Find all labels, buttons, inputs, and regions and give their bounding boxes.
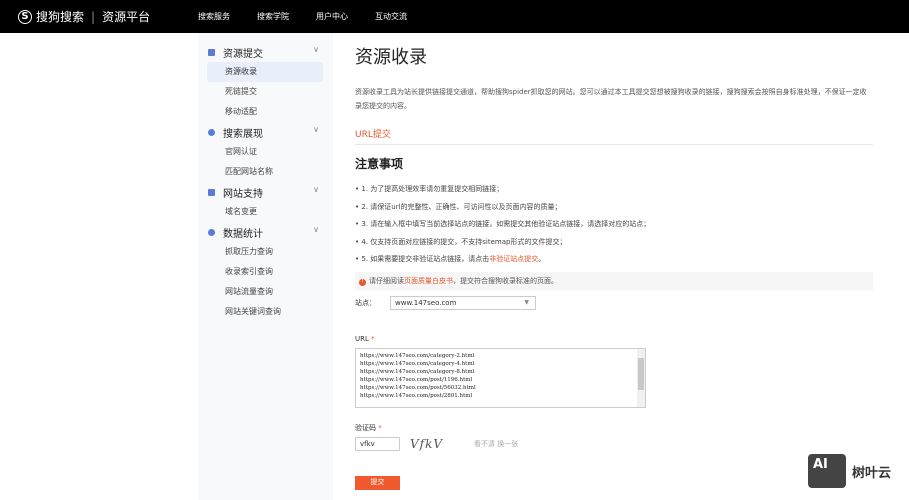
tip-banner: ! 请仔细阅读页面质量白皮书，提交符合搜狗收录标准的页面。 [355, 271, 873, 290]
url-list: https://www.147seo.com/category-2.html h… [360, 353, 476, 399]
divider: | [91, 9, 96, 24]
sidebar-group-label: 数据统计 [223, 228, 263, 240]
unverified-site-submit-link[interactable]: 非验证站点提交 [489, 255, 538, 263]
site-select[interactable]: www.147seo.com ▼ [390, 296, 536, 310]
captcha-refresh-link[interactable]: 看不清 换一张 [474, 439, 518, 449]
note-text: 。 [538, 255, 546, 263]
chevron-down-icon: ∨ [313, 45, 319, 54]
submit-button[interactable]: 提交 [355, 476, 400, 490]
sidebar: 资源提交 ∨ 资源收录 死链提交 移动适配搜索展现 ∨ 官网认证 匹配网站名称网站支持 ∨ 域名变… [198, 33, 333, 500]
scrollbar-thumb[interactable] [638, 358, 644, 390]
nav-user-center[interactable]: 用户中心 [316, 11, 348, 22]
captcha-image[interactable]: VfkV [410, 437, 450, 451]
page-title: 资源收录 [355, 47, 427, 68]
watermark-logo-icon: AI [808, 454, 846, 488]
watermark-text: 树叶云 [852, 465, 892, 481]
site-value: www.147seo.com [395, 299, 457, 307]
note-text: 4. 仅支持页面对应链接的提交，不支持sitemap形式的文件提交； [361, 237, 567, 246]
list-item: • 5. 如果需要提交非验证站点链接，请点击非验证站点提交。 [355, 255, 546, 263]
sidebar-item[interactable]: 抓取压力查询 [207, 242, 323, 262]
sidebar-group-label: 资源提交 [223, 48, 263, 60]
url-label: URL * [355, 335, 375, 343]
url-label-text: URL [355, 335, 369, 343]
sidebar-group[interactable]: 资源提交 ∨ [198, 42, 333, 62]
sidebar-group[interactable]: 网站支持 ∨ [198, 182, 333, 202]
sidebar-item[interactable]: 匹配网站名称 [207, 162, 323, 182]
note-text: 3. 请在输入框中填写当前选择站点的链接，如需提交其他验证站点链接，请选择对应的… [361, 220, 651, 228]
sidebar-item[interactable]: 移动适配 [207, 102, 323, 122]
sidebar-group[interactable]: 数据统计 ∨ [198, 222, 333, 242]
tab-label: URL提交 [355, 130, 391, 140]
notice-title: 注意事项 [355, 157, 404, 171]
captcha-label: 验证码 * [355, 423, 382, 433]
list-item: • 2. 请保证url的完整性、正确性、可访问性以及页面内容的质量； [355, 202, 562, 211]
required-mark: * [371, 335, 375, 343]
required-mark: * [378, 424, 382, 432]
scrollbar[interactable] [637, 349, 645, 407]
main-content: 资源收录 资源收录工具为站长提供链接提交通道，帮助搜狗spider抓取您的网站。… [355, 33, 873, 500]
list-item: • 4. 仅支持页面对应链接的提交，不支持sitemap形式的文件提交； [355, 237, 567, 246]
chevron-down-icon: ∨ [313, 125, 319, 134]
chevron-down-icon: ∨ [313, 225, 319, 234]
sidebar-item[interactable]: 网站关键词查询 [207, 302, 323, 322]
tip-text: 请仔细阅读 [369, 276, 404, 285]
site-label: 站点： [355, 299, 376, 307]
support-icon [208, 188, 215, 196]
sidebar-item[interactable]: 网站流量查询 [207, 282, 323, 302]
watermark: AI 树叶云 [808, 454, 891, 488]
captcha-row: vfkv VfkV 看不清 换一张 [355, 437, 518, 451]
url-textarea[interactable]: https://www.147seo.com/category-2.html h… [355, 348, 646, 408]
page-description: 资源收录工具为站长提供链接提交通道，帮助搜狗spider抓取您的网站。您可以通过… [355, 88, 867, 110]
sidebar-group-label: 网站支持 [223, 188, 263, 200]
nav-community[interactable]: 互动交流 [375, 11, 407, 22]
list-item: • 3. 请在输入框中填写当前选择站点的链接，如需提交其他验证站点链接，请选择对… [355, 220, 651, 228]
list-item: • 1. 为了提高处理效率请勿重复提交相同链接； [355, 185, 504, 193]
sidebar-item[interactable]: 资源收录 [207, 62, 323, 82]
notice-list: • 1. 为了提高处理效率请勿重复提交相同链接； • 2. 请保证url的完整性… [355, 184, 873, 272]
note-text: 1. 为了提高处理效率请勿重复提交相同链接； [361, 185, 504, 193]
sidebar-group[interactable]: 搜索展现 ∨ [198, 122, 333, 142]
display-icon [208, 128, 215, 136]
captcha-label-text: 验证码 [355, 424, 376, 432]
sidebar-item[interactable]: 官网认证 [207, 142, 323, 162]
upload-icon [208, 48, 215, 56]
note-text: 2. 请保证url的完整性、正确性、可访问性以及页面内容的质量； [361, 202, 562, 211]
tab-url-submit[interactable]: URL提交 [355, 127, 873, 145]
top-nav: 搜索服务 搜索学院 用户中心 互动交流 [198, 11, 407, 22]
sidebar-group-label: 搜索展现 [223, 128, 263, 140]
captcha-input[interactable]: vfkv [355, 437, 400, 451]
sogou-logo-icon: S [18, 9, 32, 24]
sidebar-item[interactable]: 死链提交 [207, 82, 323, 102]
note-text: 5. 如果需要提交非验证站点链接，请点击 [361, 255, 490, 263]
logo-product: 资源平台 [102, 10, 151, 24]
sidebar-item[interactable]: 域名变更 [207, 202, 323, 222]
site-row: 站点： www.147seo.com ▼ [355, 296, 536, 310]
info-icon: ! [359, 278, 366, 286]
nav-search-service[interactable]: 搜索服务 [198, 11, 230, 22]
chevron-down-icon: ▼ [524, 299, 529, 306]
stats-icon [208, 228, 215, 236]
logo-brand: 搜狗搜索 [36, 10, 85, 24]
captcha-value: vfkv [360, 440, 375, 448]
chevron-down-icon: ∨ [313, 185, 319, 194]
quality-whitepaper-link[interactable]: 页面质量白皮书 [404, 277, 453, 285]
tip-text: ，提交符合搜狗收录标准的页面。 [453, 276, 558, 285]
logo[interactable]: S 搜狗搜索 | 资源平台 [18, 8, 150, 25]
sidebar-item[interactable]: 收录索引查询 [207, 262, 323, 282]
top-header: S 搜狗搜索 | 资源平台 搜索服务 搜索学院 用户中心 互动交流 [0, 0, 909, 33]
nav-search-academy[interactable]: 搜索学院 [257, 11, 289, 22]
